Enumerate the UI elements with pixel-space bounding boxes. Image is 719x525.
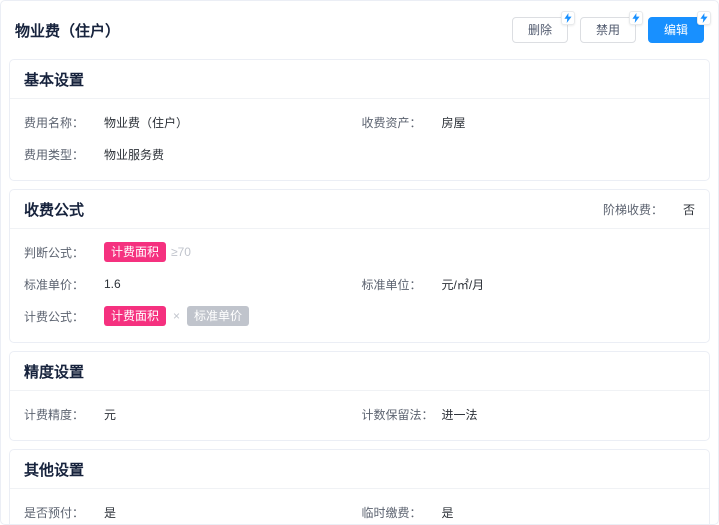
edit-button-label: 编辑 [664, 23, 688, 37]
billing-precision-label: 计费精度： [24, 406, 104, 423]
page-title: 物业费（住户） [15, 20, 120, 41]
standard-unit-field: 标准单位： 元/㎡/月 [360, 276, 696, 293]
standard-unit-label: 标准单位： [362, 276, 442, 293]
table-row: 费用类型： 物业服务费 [24, 138, 695, 170]
charge-asset-label: 收费资产： [362, 114, 442, 131]
table-row: 是否预付： 是 临时缴费： 是 [24, 496, 695, 525]
charge-formula-header: 收费公式 阶梯收费： 否 [10, 190, 709, 229]
charge-formula-body: 判断公式： 计费面积 ≥70 标准单价： 1.6 标准单位： 元/㎡/月 [10, 229, 709, 342]
charge-asset-value: 房屋 [442, 114, 466, 131]
standard-unit-value: 元/㎡/月 [442, 276, 485, 293]
delete-button-label: 删除 [528, 23, 552, 37]
page-header: 物业费（住户） 删除 禁用 编辑 [1, 1, 718, 59]
tiered-charge-field: 阶梯收费： 否 [603, 201, 695, 218]
unit-price-label: 标准单价： [24, 276, 104, 293]
lightning-icon [561, 11, 575, 25]
other-settings-card: 其他设置 是否预付： 是 临时缴费： 是 [9, 449, 710, 525]
delete-button[interactable]: 删除 [512, 17, 568, 43]
unit-price-field: 标准单价： 1.6 [24, 276, 360, 293]
other-settings-title: 其他设置 [24, 459, 84, 480]
fee-name-value: 物业费（住户） [104, 114, 188, 131]
fee-name-field: 费用名称： 物业费（住户） [24, 114, 360, 131]
multiply-operator: × [173, 309, 180, 323]
table-row: 计费公式： 计费面积 × 标准单价 [24, 300, 695, 332]
basic-settings-body: 费用名称： 物业费（住户） 收费资产： 房屋 费用类型： 物业服务费 [10, 99, 709, 180]
judge-condition: ≥70 [171, 245, 191, 259]
judge-formula-label: 判断公式： [24, 244, 104, 261]
tiered-charge-value: 否 [683, 201, 695, 218]
judge-formula-value: 计费面积 ≥70 [104, 242, 191, 262]
billing-area-tag: 计费面积 [104, 306, 166, 326]
fee-type-label: 费用类型： [24, 146, 104, 163]
prepay-value: 是 [104, 504, 116, 521]
unit-price-value: 1.6 [104, 277, 121, 291]
fee-detail-page: 物业费（住户） 删除 禁用 编辑 [0, 0, 719, 525]
disable-button-label: 禁用 [596, 23, 620, 37]
judge-formula-field: 判断公式： 计费面积 ≥70 [24, 242, 695, 262]
precision-settings-title: 精度设置 [24, 361, 84, 382]
basic-settings-title: 基本设置 [24, 69, 84, 90]
prepay-field: 是否预付： 是 [24, 504, 360, 521]
calc-formula-label: 计费公式： [24, 308, 104, 325]
calc-formula-value: 计费面积 × 标准单价 [104, 306, 249, 326]
unit-price-tag: 标准单价 [187, 306, 249, 326]
calc-formula-field: 计费公式： 计费面积 × 标准单价 [24, 306, 695, 326]
header-actions: 删除 禁用 编辑 [500, 17, 704, 43]
precision-settings-card: 精度设置 计费精度： 元 计数保留法： 进一法 [9, 351, 710, 441]
rounding-method-field: 计数保留法： 进一法 [360, 406, 696, 423]
billing-area-tag: 计费面积 [104, 242, 166, 262]
lightning-icon [697, 11, 711, 25]
other-settings-header: 其他设置 [10, 450, 709, 489]
rounding-method-label: 计数保留法： [362, 406, 442, 423]
billing-precision-value: 元 [104, 406, 116, 423]
fee-name-label: 费用名称： [24, 114, 104, 131]
other-settings-body: 是否预付： 是 临时缴费： 是 [10, 489, 709, 525]
edit-button[interactable]: 编辑 [648, 17, 704, 43]
temp-pay-label: 临时缴费： [362, 504, 442, 521]
table-row: 计费精度： 元 计数保留法： 进一法 [24, 398, 695, 430]
disable-button[interactable]: 禁用 [580, 17, 636, 43]
precision-settings-header: 精度设置 [10, 352, 709, 391]
temp-pay-field: 临时缴费： 是 [360, 504, 696, 521]
temp-pay-value: 是 [442, 504, 454, 521]
fee-type-field: 费用类型： 物业服务费 [24, 146, 360, 163]
rounding-method-value: 进一法 [442, 406, 478, 423]
charge-formula-title: 收费公式 [24, 199, 84, 220]
prepay-label: 是否预付： [24, 504, 104, 521]
fee-type-value: 物业服务费 [104, 146, 164, 163]
lightning-icon [629, 11, 643, 25]
charge-asset-field: 收费资产： 房屋 [360, 114, 696, 131]
table-row: 标准单价： 1.6 标准单位： 元/㎡/月 [24, 268, 695, 300]
billing-precision-field: 计费精度： 元 [24, 406, 360, 423]
precision-settings-body: 计费精度： 元 计数保留法： 进一法 [10, 391, 709, 440]
table-row: 判断公式： 计费面积 ≥70 [24, 236, 695, 268]
table-row: 费用名称： 物业费（住户） 收费资产： 房屋 [24, 106, 695, 138]
tiered-charge-label: 阶梯收费： [603, 201, 663, 218]
basic-settings-card: 基本设置 费用名称： 物业费（住户） 收费资产： 房屋 费用类型： 物业服务费 [9, 59, 710, 181]
basic-settings-header: 基本设置 [10, 60, 709, 99]
charge-formula-card: 收费公式 阶梯收费： 否 判断公式： 计费面积 ≥70 标准单价： 1. [9, 189, 710, 343]
